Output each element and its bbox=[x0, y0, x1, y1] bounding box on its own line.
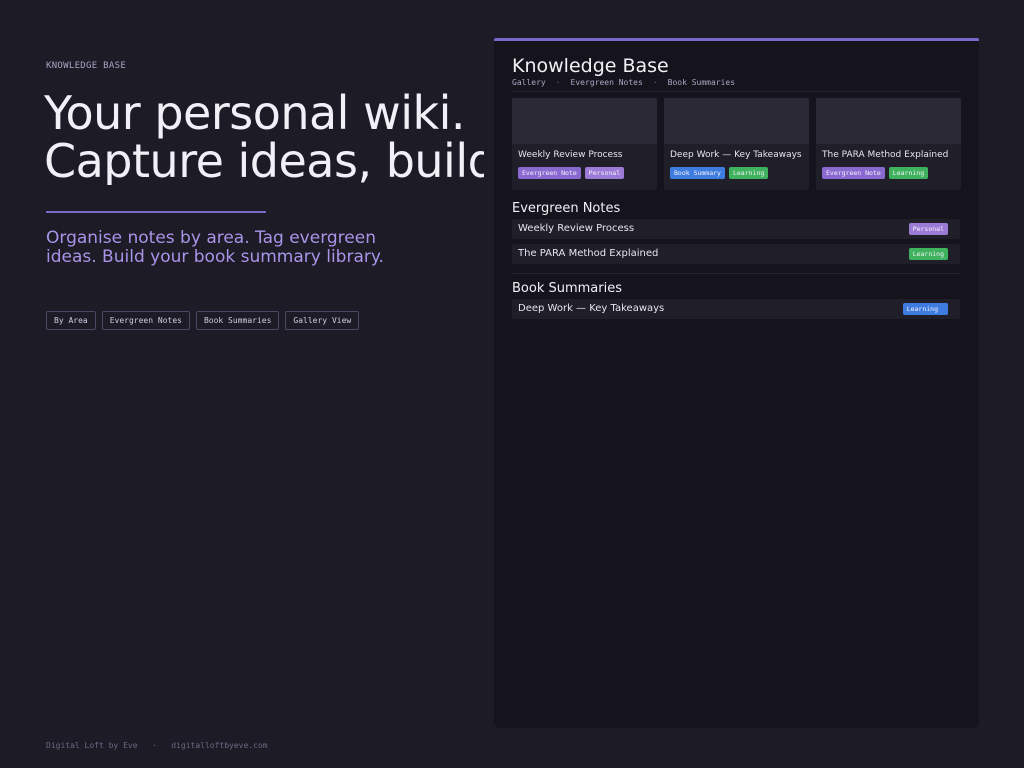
headline-line-2: Capture ideas, build knowledge. bbox=[44, 134, 484, 185]
nav-evergreen-notes[interactable]: Evergreen Notes bbox=[571, 78, 643, 87]
card-tags: Book Summary Learning bbox=[670, 167, 769, 179]
footer-brand: Digital Loft by Eve bbox=[46, 741, 138, 750]
accent-rule bbox=[46, 211, 266, 213]
tag-badge: Learning bbox=[888, 167, 929, 179]
pill-evergreen-notes[interactable]: Evergreen Notes bbox=[101, 311, 190, 330]
section-title-book-summaries: Book Summaries bbox=[512, 281, 622, 296]
pill-gallery-view[interactable]: Gallery View bbox=[285, 311, 360, 330]
section-divider bbox=[512, 273, 960, 274]
card-tags: Evergreen Note Learning bbox=[822, 167, 929, 179]
nav-separator: · bbox=[652, 78, 658, 87]
tag-badge: Personal bbox=[908, 223, 948, 235]
nav-separator: · bbox=[555, 78, 561, 87]
card-thumbnail bbox=[664, 98, 809, 144]
gallery-card[interactable]: The PARA Method Explained Evergreen Note… bbox=[816, 98, 961, 190]
nav-book-summaries[interactable]: Book Summaries bbox=[668, 78, 735, 87]
headline-line-1: Your personal wiki. bbox=[44, 89, 466, 140]
tag-badge: Learning bbox=[728, 167, 769, 179]
list-item[interactable]: Weekly Review Process Personal bbox=[512, 219, 960, 239]
panel-nav: Gallery · Evergreen Notes · Book Summari… bbox=[512, 78, 735, 87]
tag-badge: Learning bbox=[902, 303, 948, 315]
tag-badge: Evergreen Note bbox=[518, 167, 581, 179]
nav-gallery[interactable]: Gallery bbox=[512, 78, 546, 87]
section-title-evergreen: Evergreen Notes bbox=[512, 201, 621, 216]
pill-by-area[interactable]: By Area bbox=[46, 311, 96, 330]
eyebrow-label: KNOWLEDGE BASE bbox=[46, 61, 127, 71]
footer-url[interactable]: digitalloftbyeve.com bbox=[171, 741, 267, 750]
knowledge-base-panel: Knowledge Base Gallery · Evergreen Notes… bbox=[494, 38, 979, 728]
list-item[interactable]: The PARA Method Explained Learning bbox=[512, 244, 960, 264]
list-item-label: Deep Work — Key Takeaways bbox=[518, 303, 665, 314]
gallery-card[interactable]: Deep Work — Key Takeaways Book Summary L… bbox=[664, 98, 809, 190]
card-title: Deep Work — Key Takeaways bbox=[670, 150, 802, 160]
tag-badge: Personal bbox=[584, 167, 625, 179]
hero-headline: Your personal wiki. Capture ideas, build… bbox=[44, 89, 484, 185]
list-item-label: The PARA Method Explained bbox=[518, 248, 659, 259]
tag-badge: Book Summary bbox=[670, 167, 725, 179]
panel-title: Knowledge Base bbox=[512, 55, 669, 77]
footer-separator: · bbox=[151, 741, 157, 750]
footer: Digital Loft by Eve · digitalloftbyeve.c… bbox=[46, 741, 268, 750]
hero-subtitle: Organise notes by area. Tag evergreen id… bbox=[46, 228, 384, 267]
tag-badge: Learning bbox=[908, 248, 948, 260]
card-title: The PARA Method Explained bbox=[822, 150, 949, 160]
card-tags: Evergreen Note Personal bbox=[518, 167, 625, 179]
gallery-cards: Weekly Review Process Evergreen Note Per… bbox=[512, 98, 961, 190]
pill-book-summaries[interactable]: Book Summaries bbox=[195, 311, 280, 330]
panel-accent-bar bbox=[494, 38, 979, 41]
tag-badge: Evergreen Note bbox=[822, 167, 885, 179]
gallery-card[interactable]: Weekly Review Process Evergreen Note Per… bbox=[512, 98, 657, 190]
card-title: Weekly Review Process bbox=[518, 150, 623, 160]
list-item[interactable]: Deep Work — Key Takeaways Learning bbox=[512, 299, 960, 319]
list-item-label: Weekly Review Process bbox=[518, 223, 635, 234]
card-thumbnail bbox=[816, 98, 961, 144]
feature-pills: By Area Evergreen Notes Book Summaries G… bbox=[46, 311, 360, 330]
panel-divider bbox=[512, 91, 960, 92]
card-thumbnail bbox=[512, 98, 657, 144]
